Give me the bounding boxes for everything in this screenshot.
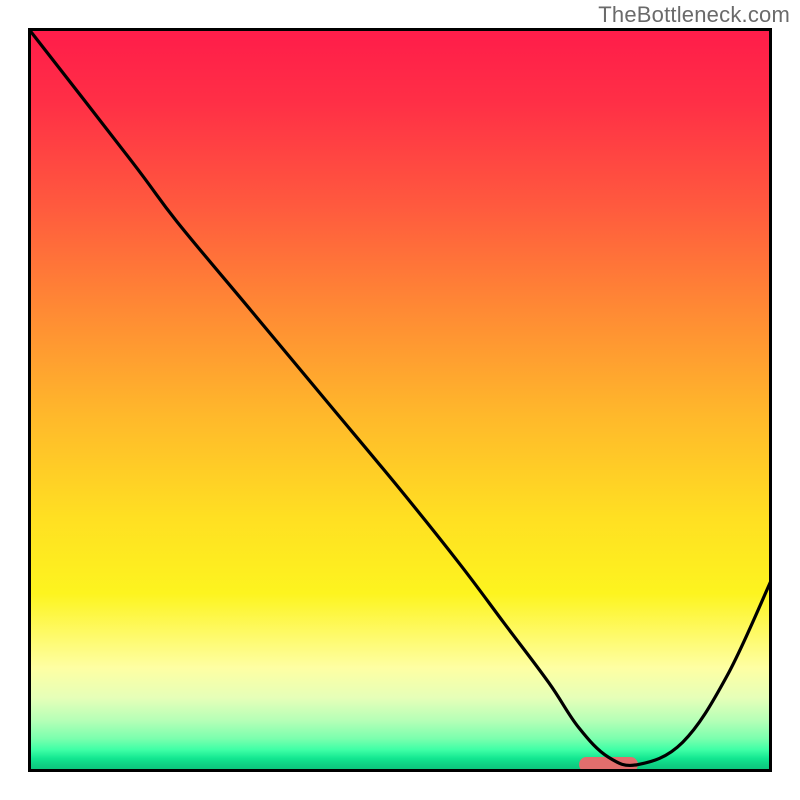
watermark-text: TheBottleneck.com (598, 2, 790, 28)
curve-path (28, 28, 772, 765)
chart-container: TheBottleneck.com (0, 0, 800, 800)
plot-area (28, 28, 772, 772)
bottleneck-curve (28, 28, 772, 772)
